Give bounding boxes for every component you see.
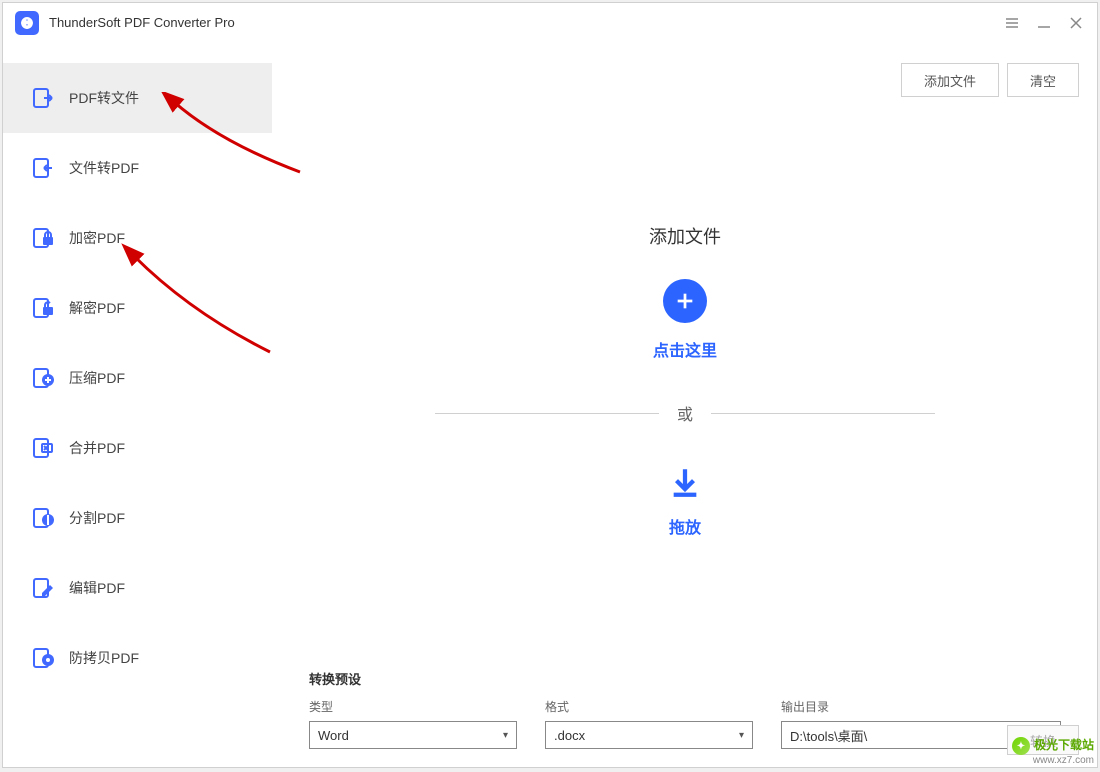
content-area: PDF转文件 文件转PDF 加密PDF 解密PDF <box>3 43 1097 767</box>
chevron-down-icon: ▾ <box>503 730 508 741</box>
format-label: 格式 <box>545 698 753 715</box>
click-here-label: 点击这里 <box>653 337 717 361</box>
sidebar-item-merge-pdf[interactable]: 合并PDF <box>3 413 272 483</box>
sidebar-item-compress-pdf[interactable]: 压缩PDF <box>3 343 272 413</box>
pdf-import-icon <box>31 156 55 180</box>
lock-icon <box>31 226 55 250</box>
plus-icon <box>674 290 696 312</box>
sidebar-item-pdf-to-file[interactable]: PDF转文件 <box>3 63 272 133</box>
edit-icon <box>31 576 55 600</box>
presets-row: 类型 Word ▾ 格式 .docx ▾ 输出目 <box>309 698 1061 749</box>
sidebar-item-encrypt-pdf[interactable]: 加密PDF <box>3 203 272 273</box>
sidebar-item-decrypt-pdf[interactable]: 解密PDF <box>3 273 272 343</box>
sidebar-item-file-to-pdf[interactable]: 文件转PDF <box>3 133 272 203</box>
or-separator: 或 <box>435 401 935 425</box>
sidebar-item-label: 防拷贝PDF <box>69 648 139 668</box>
convert-button[interactable]: 转换 <box>1007 725 1079 755</box>
compress-icon <box>31 366 55 390</box>
sidebar-item-label: 解密PDF <box>69 298 125 318</box>
sidebar-item-label: 合并PDF <box>69 438 125 458</box>
shield-icon <box>31 646 55 670</box>
sidebar-item-label: 分割PDF <box>69 508 125 528</box>
divider-line <box>435 413 659 414</box>
add-circle-button[interactable] <box>663 279 707 323</box>
minimize-icon[interactable] <box>1035 14 1053 32</box>
toolbar: 添加文件 清空 <box>273 43 1097 103</box>
add-file-button[interactable]: 添加文件 <box>901 63 999 97</box>
main-panel: 添加文件 清空 添加文件 点击这里 或 拖放 <box>273 43 1097 767</box>
window-controls <box>1003 14 1085 32</box>
type-select[interactable]: Word ▾ <box>309 721 517 749</box>
sidebar-item-label: 文件转PDF <box>69 158 139 178</box>
sidebar-item-edit-pdf[interactable]: 编辑PDF <box>3 553 272 623</box>
app-window: ThunderSoft PDF Converter Pro PDF转文件 <box>2 2 1098 768</box>
sidebar-item-label: 压缩PDF <box>69 368 125 388</box>
titlebar: ThunderSoft PDF Converter Pro <box>3 3 1097 43</box>
or-text: 或 <box>677 401 693 425</box>
type-label: 类型 <box>309 698 517 715</box>
presets-title: 转换预设 <box>309 669 1061 688</box>
split-icon <box>31 506 55 530</box>
drag-label: 拖放 <box>669 514 701 538</box>
sidebar-item-label: 加密PDF <box>69 228 125 248</box>
app-logo-icon <box>15 11 39 35</box>
clear-button[interactable]: 清空 <box>1007 63 1079 97</box>
drop-area[interactable]: 添加文件 点击这里 或 拖放 <box>273 103 1097 669</box>
divider-line <box>711 413 935 414</box>
merge-icon <box>31 436 55 460</box>
output-dir-input[interactable] <box>782 728 1032 743</box>
format-value: .docx <box>554 728 585 743</box>
preset-type-col: 类型 Word ▾ <box>309 698 517 749</box>
sidebar-item-anticopy-pdf[interactable]: 防拷贝PDF <box>3 623 272 693</box>
pdf-export-icon <box>31 86 55 110</box>
type-value: Word <box>318 728 349 743</box>
app-title: ThunderSoft PDF Converter Pro <box>49 15 235 30</box>
presets-panel: 转换预设 类型 Word ▾ 格式 .docx ▾ <box>273 669 1097 767</box>
menu-icon[interactable] <box>1003 14 1021 32</box>
sidebar: PDF转文件 文件转PDF 加密PDF 解密PDF <box>3 43 273 767</box>
download-icon <box>668 465 702 504</box>
output-label: 输出目录 <box>781 698 1061 715</box>
drop-title: 添加文件 <box>649 223 721 249</box>
chevron-down-icon: ▾ <box>739 730 744 741</box>
unlock-icon <box>31 296 55 320</box>
sidebar-item-label: PDF转文件 <box>69 88 139 108</box>
preset-format-col: 格式 .docx ▾ <box>545 698 753 749</box>
sidebar-item-split-pdf[interactable]: 分割PDF <box>3 483 272 553</box>
close-icon[interactable] <box>1067 14 1085 32</box>
format-select[interactable]: .docx ▾ <box>545 721 753 749</box>
sidebar-item-label: 编辑PDF <box>69 578 125 598</box>
